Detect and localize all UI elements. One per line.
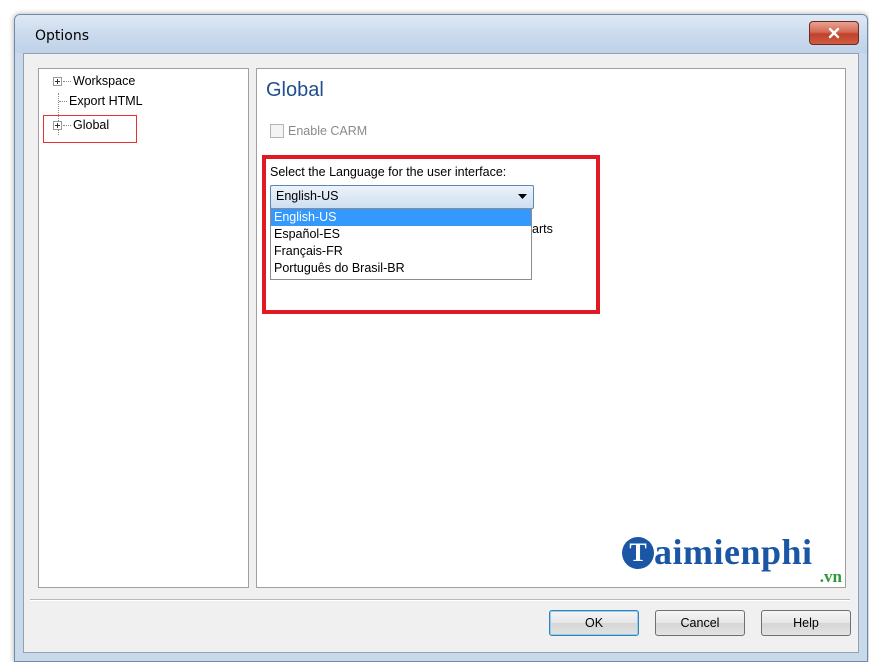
close-icon xyxy=(828,27,840,39)
cancel-button[interactable]: Cancel xyxy=(655,610,745,636)
settings-panel: Global Enable CARM Select the Language f… xyxy=(256,68,846,588)
enable-carm-checkbox[interactable] xyxy=(270,124,284,138)
expand-plus-icon[interactable] xyxy=(53,76,62,86)
tree-item-export-html[interactable]: Export HTML xyxy=(59,91,143,111)
taimienphi-watermark: T aimienphi .vn xyxy=(622,527,844,586)
enable-carm-option: Enable CARM xyxy=(270,124,367,138)
tree-branch-line xyxy=(59,100,67,102)
window-title: Options xyxy=(35,28,90,44)
language-highlight-box xyxy=(262,155,600,314)
tree-item-label: Export HTML xyxy=(69,94,143,108)
global-highlight-box xyxy=(43,115,137,143)
tree-branch-line xyxy=(63,80,71,82)
watermark-suffix: .vn xyxy=(819,567,842,586)
watermark-logo-icon: T xyxy=(622,537,654,569)
footer-divider xyxy=(30,599,850,601)
tree-item-label: Workspace xyxy=(73,74,136,88)
enable-carm-label: Enable CARM xyxy=(288,124,368,138)
options-dialog: Options Workspace Export HTML Global Glo… xyxy=(14,14,868,662)
help-button[interactable]: Help xyxy=(761,610,851,636)
ok-button[interactable]: OK xyxy=(549,610,639,636)
panel-title: Global xyxy=(266,79,324,101)
dialog-body: Workspace Export HTML Global Global Enab… xyxy=(23,53,859,653)
close-button[interactable] xyxy=(809,21,859,45)
title-bar[interactable]: Options xyxy=(15,15,867,53)
options-tree: Workspace Export HTML Global xyxy=(38,68,249,588)
watermark-text: aimienphi xyxy=(654,532,813,572)
tree-item-workspace[interactable]: Workspace xyxy=(53,71,135,91)
